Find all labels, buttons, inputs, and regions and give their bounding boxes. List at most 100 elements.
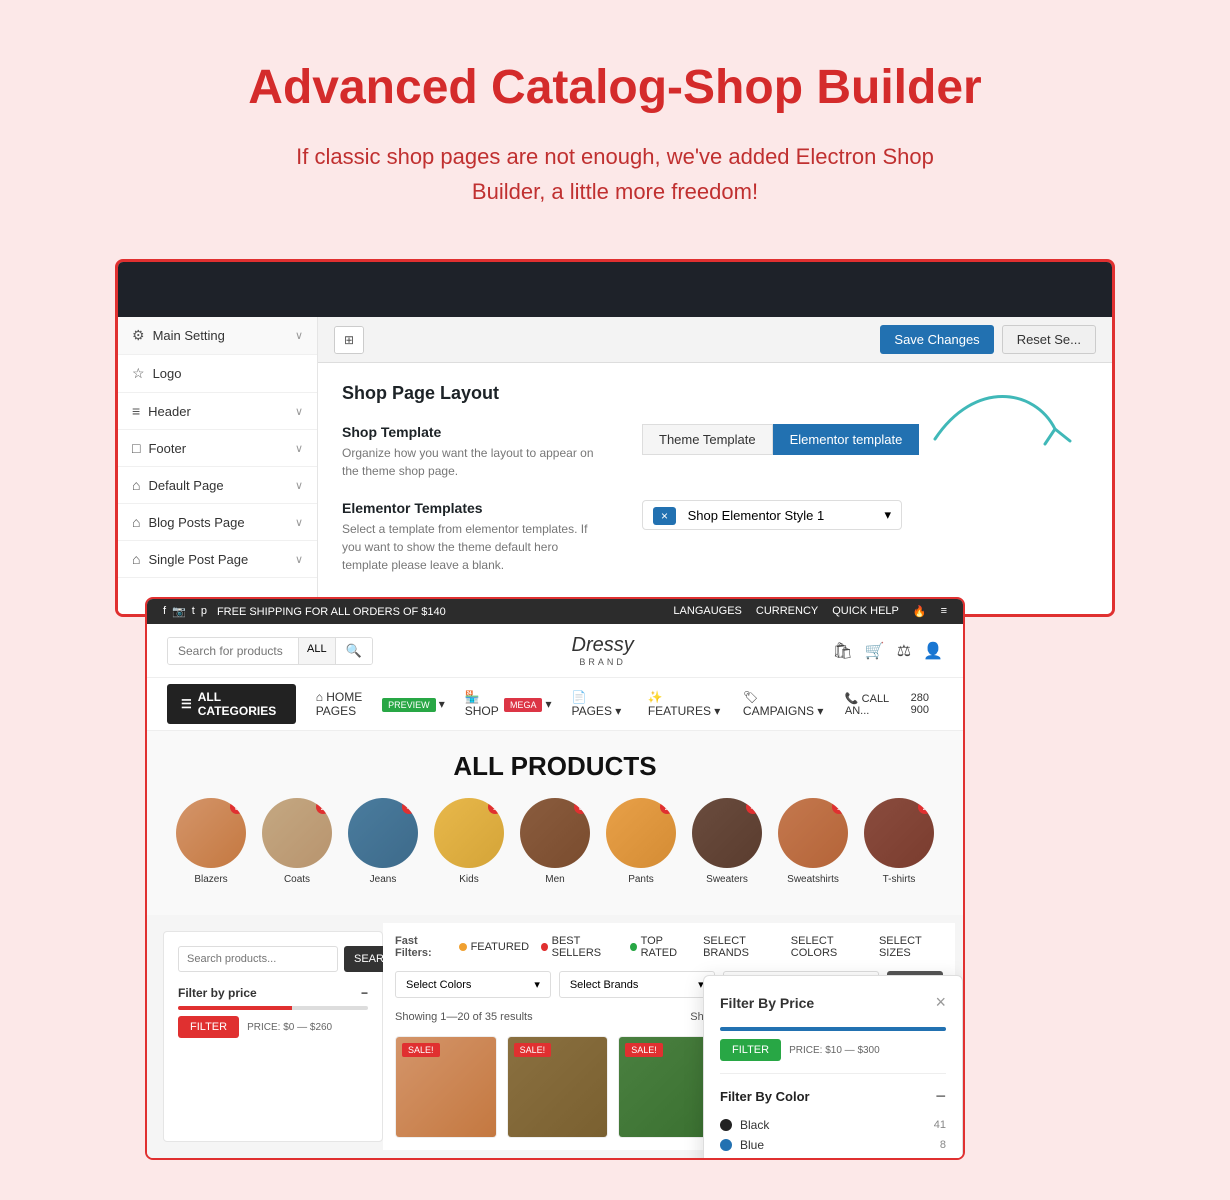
minus-icon: − xyxy=(361,986,368,1000)
filter-select-brands[interactable]: SELECT BRANDS xyxy=(703,935,779,959)
admin-body: ⚙ Main Setting ∨ ☆ Logo ≡ Header ∨ □ xyxy=(118,317,1112,614)
filter-search-input[interactable] xyxy=(178,946,338,972)
search-input[interactable] xyxy=(168,638,298,664)
blue-count: 8 xyxy=(940,1139,946,1151)
shop-icons: 🛍 🛒 ⚖ 👤 xyxy=(833,641,944,661)
home-icon: ⌂ xyxy=(132,514,140,530)
sidebar-item-blog-posts[interactable]: ⌂ Blog Posts Page ∨ xyxy=(118,504,317,541)
theme-template-button[interactable]: Theme Template xyxy=(642,424,773,455)
price-range-slider[interactable] xyxy=(178,1006,368,1010)
grid-view-button[interactable]: ⊞ xyxy=(335,327,363,353)
shop-template-label: Shop Template xyxy=(342,424,602,440)
elementor-template-button[interactable]: Elementor template xyxy=(773,424,920,455)
panel-close-button[interactable]: × xyxy=(935,992,946,1013)
nav-item-home[interactable]: ⌂ HOME PAGES PREVIEW ▾ xyxy=(316,690,445,718)
admin-panel: ⚙ Main Setting ∨ ☆ Logo ≡ Header ∨ □ xyxy=(115,259,1115,617)
chevron-icon: ∨ xyxy=(295,442,303,455)
cat-kids-label: Kids xyxy=(459,874,478,885)
filter-best-sellers[interactable]: BEST SELLERS xyxy=(541,935,618,959)
currency-link[interactable]: CURRENCY xyxy=(756,605,818,618)
sidebar-item-main-setting[interactable]: ⚙ Main Setting ∨ xyxy=(118,317,317,355)
filter-apply-button[interactable]: FILTER xyxy=(178,1016,239,1038)
nav-item-features[interactable]: ✨ FEATURES ▾ xyxy=(648,690,723,718)
cat-blazers-img: 3 xyxy=(176,798,246,868)
cat-pants[interactable]: 2 Pants xyxy=(606,798,676,885)
sidebar-item-header[interactable]: ≡ Header ∨ xyxy=(118,393,317,430)
filter-select-sizes[interactable]: SELECT SIZES xyxy=(879,935,943,959)
filter-featured[interactable]: FEATURED xyxy=(459,941,529,953)
brands-dropdown[interactable]: Select Brands ▾ xyxy=(559,971,715,998)
sidebar-item-single-post[interactable]: ⌂ Single Post Page ∨ xyxy=(118,541,317,578)
filter-panel-btn[interactable]: FILTER xyxy=(720,1039,781,1061)
product-card-1[interactable]: SALE! xyxy=(395,1036,497,1138)
best-sellers-icon xyxy=(541,943,548,951)
panel-header: Filter By Price × xyxy=(720,992,946,1013)
select-field[interactable]: × Shop Elementor Style 1 ▾ xyxy=(642,500,902,530)
all-categories-button[interactable]: ☰ ALL CATEGORIES xyxy=(167,684,296,724)
reset-button[interactable]: Reset Se... xyxy=(1002,325,1096,354)
colors-dropdown-label: Select Colors xyxy=(406,979,471,991)
cat-kids[interactable]: 1 Kids xyxy=(434,798,504,885)
product-card-2[interactable]: SALE! xyxy=(507,1036,609,1138)
footer-icon: □ xyxy=(132,440,140,456)
search-category[interactable]: ALL xyxy=(298,638,336,664)
cat-tshirts[interactable]: 2 T-shirts xyxy=(864,798,934,885)
gear-icon: ⚙ xyxy=(132,327,145,344)
nav-item-pages[interactable]: 📄 PAGES ▾ xyxy=(571,690,627,718)
pinterest-icon: p xyxy=(201,605,207,618)
color-blue[interactable]: Blue 8 xyxy=(720,1135,946,1155)
quick-help-link[interactable]: QUICK HELP xyxy=(832,605,899,618)
fast-filters: Fast Filters: FEATURED BEST SELLERS TOP … xyxy=(395,935,943,959)
cat-badge: 2 xyxy=(660,800,674,814)
cat-jeans[interactable]: 4 Jeans xyxy=(348,798,418,885)
cat-tshirts-img: 2 xyxy=(864,798,934,868)
home-icon: ⌂ xyxy=(132,477,140,493)
menu-icon: ≡ xyxy=(941,605,947,618)
filter-search-row: SEARCH xyxy=(178,946,368,972)
cat-badge: 1 xyxy=(832,800,846,814)
search-button[interactable]: 🔍 xyxy=(336,638,372,664)
cat-coats[interactable]: 2 Coats xyxy=(262,798,332,885)
color-section-header: Filter By Color − xyxy=(720,1086,946,1107)
cart-icon[interactable]: 🛒 xyxy=(865,641,885,661)
facebook-icon: f xyxy=(163,605,166,618)
arrow-decoration xyxy=(915,359,1075,469)
nav-item-shop[interactable]: 🏪 SHOP MEGA ▾ xyxy=(465,690,552,718)
sidebar-label: Footer xyxy=(148,441,186,456)
colors-dropdown[interactable]: Select Colors ▾ xyxy=(395,971,551,998)
setting-label-col2: Elementor Templates Select a template fr… xyxy=(342,500,602,574)
sidebar-item-default-page[interactable]: ⌂ Default Page ∨ xyxy=(118,467,317,504)
cat-sweaters[interactable]: 4 Sweaters xyxy=(692,798,762,885)
color-section-toggle[interactable]: − xyxy=(935,1086,946,1107)
nav-item-campaigns[interactable]: 🏷 CAMPAIGNS ▾ xyxy=(743,690,825,718)
setting-control2: × Shop Elementor Style 1 ▾ xyxy=(642,500,1088,530)
sidebar-item-footer[interactable]: □ Footer ∨ xyxy=(118,430,317,467)
languages-link[interactable]: LANGAUGES xyxy=(673,605,741,618)
hero-title: Advanced Catalog-Shop Builder xyxy=(40,60,1190,115)
top-rated-icon xyxy=(630,943,637,951)
right-filter-panel: Filter By Price × FILTER PRICE: $10 — $3… xyxy=(703,975,963,1160)
cat-sweatshirts-img: 1 xyxy=(778,798,848,868)
best-sellers-label: BEST SELLERS xyxy=(552,935,618,959)
save-changes-button[interactable]: Save Changes xyxy=(880,325,993,354)
cat-sweatshirts[interactable]: 1 Sweatshirts xyxy=(778,798,848,885)
color-black[interactable]: Black 41 xyxy=(720,1115,946,1135)
sidebar-item-logo[interactable]: ☆ Logo xyxy=(118,355,317,393)
sidebar-label: Default Page xyxy=(148,478,223,493)
color-green-left: Green xyxy=(720,1158,773,1160)
select-text: Shop Elementor Style 1 xyxy=(688,508,825,523)
cat-men[interactable]: 3 Men xyxy=(520,798,590,885)
color-green[interactable]: Green 7 xyxy=(720,1155,946,1160)
filter-select-colors[interactable]: SELECT COLORS xyxy=(791,935,867,959)
mega-badge: MEGA xyxy=(504,698,543,712)
price-range-bar[interactable] xyxy=(720,1027,946,1031)
color-blue-left: Blue xyxy=(720,1138,764,1152)
compare-icon[interactable]: ⚖ xyxy=(897,641,911,661)
chevron-icon: ∨ xyxy=(295,516,303,529)
filter-top-rated[interactable]: TOP RATED xyxy=(630,935,691,959)
cat-kids-img: 1 xyxy=(434,798,504,868)
wishlist-icon[interactable]: 🛍 xyxy=(833,641,853,661)
cat-blazers[interactable]: 3 Blazers xyxy=(176,798,246,885)
black-label: Black xyxy=(740,1118,769,1132)
account-icon[interactable]: 👤 xyxy=(923,641,943,661)
